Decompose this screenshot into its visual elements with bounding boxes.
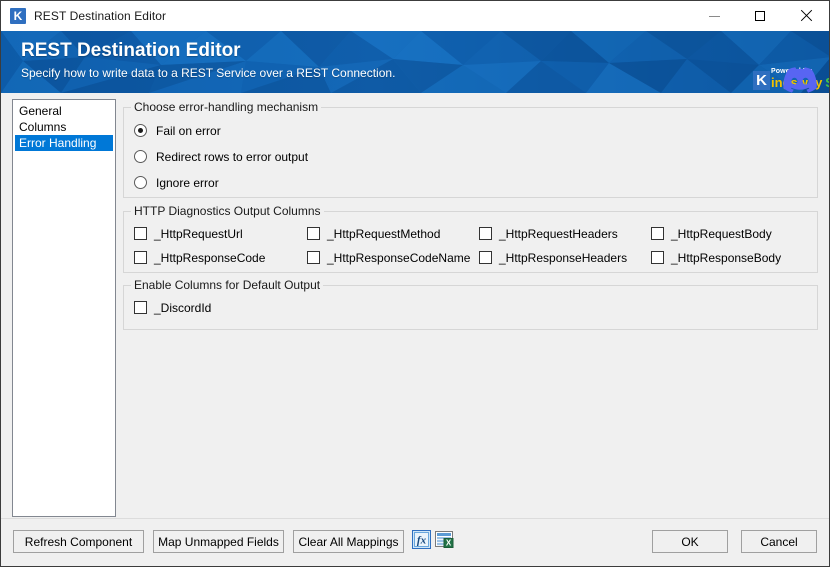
banner-text-block: REST Destination Editor Specify how to w… — [21, 39, 395, 82]
window-controls — [691, 1, 829, 31]
radio-redirect-rows-indicator[interactable] — [134, 150, 147, 163]
checkbox-http-response-code-name[interactable]: _HttpResponseCodeName — [307, 250, 470, 265]
expression-editor-button[interactable]: fx — [411, 529, 432, 550]
sidebar-item-columns[interactable]: Columns — [15, 119, 113, 135]
checkbox-http-response-headers[interactable]: _HttpResponseHeaders — [479, 250, 627, 265]
checkbox-http-request-url-box[interactable] — [134, 227, 147, 240]
checkbox-http-response-code-box[interactable] — [134, 251, 147, 264]
kingswaysoft-logo: K Powered By ingswaySoft — [753, 69, 771, 91]
checkbox-http-request-url[interactable]: _HttpRequestUrl — [134, 226, 243, 241]
checkbox-http-response-code-name-box[interactable] — [307, 251, 320, 264]
svg-text:X: X — [446, 539, 452, 548]
content-panel: Choose error-handling mechanism Fail on … — [123, 99, 817, 512]
page-navigation-list[interactable]: General Columns Error Handling — [12, 99, 116, 517]
checkbox-http-request-headers-label: _HttpRequestHeaders — [499, 227, 618, 241]
title-bar: K REST Destination Editor — [1, 1, 829, 31]
export-spreadsheet-icon: X — [435, 530, 454, 549]
checkbox-http-request-body-label: _HttpRequestBody — [671, 227, 772, 241]
clear-all-mappings-button[interactable]: Clear All Mappings — [293, 530, 404, 553]
discord-icon — [783, 67, 817, 93]
radio-ignore-error-indicator[interactable] — [134, 176, 147, 189]
radio-fail-on-error-indicator[interactable] — [134, 124, 147, 137]
maximize-icon — [755, 11, 765, 21]
radio-redirect-rows-label: Redirect rows to error output — [156, 150, 308, 164]
fx-expression-icon: fx — [412, 530, 431, 549]
sidebar-item-error-handling[interactable]: Error Handling — [15, 135, 113, 151]
cancel-button[interactable]: Cancel — [741, 530, 817, 553]
checkbox-discord-id-label: _DiscordId — [154, 301, 211, 315]
ok-button[interactable]: OK — [652, 530, 728, 553]
app-icon: K — [10, 8, 26, 24]
checkbox-http-request-method-box[interactable] — [307, 227, 320, 240]
checkbox-http-request-body[interactable]: _HttpRequestBody — [651, 226, 772, 241]
header-banner: REST Destination Editor Specify how to w… — [1, 31, 829, 93]
error-handling-group: Choose error-handling mechanism Fail on … — [123, 107, 818, 198]
kingswaysoft-soft: Soft — [825, 75, 829, 90]
checkbox-http-response-body[interactable]: _HttpResponseBody — [651, 250, 781, 265]
minimize-icon — [709, 16, 720, 17]
http-diagnostics-group: HTTP Diagnostics Output Columns _HttpReq… — [123, 211, 818, 273]
checkbox-http-response-code-label: _HttpResponseCode — [154, 251, 265, 265]
checkbox-http-request-method[interactable]: _HttpRequestMethod — [307, 226, 440, 241]
app-icon-letter: K — [10, 8, 26, 24]
checkbox-http-response-code[interactable]: _HttpResponseCode — [134, 250, 265, 265]
checkbox-http-response-headers-label: _HttpResponseHeaders — [499, 251, 627, 265]
svg-text:fx: fx — [417, 535, 427, 547]
refresh-component-button[interactable]: Refresh Component — [13, 530, 144, 553]
checkbox-discord-id[interactable]: _DiscordId — [134, 300, 211, 315]
checkbox-http-response-body-box[interactable] — [651, 251, 664, 264]
checkbox-http-response-headers-box[interactable] — [479, 251, 492, 264]
close-button[interactable] — [783, 1, 829, 31]
checkbox-http-response-code-name-label: _HttpResponseCodeName — [327, 251, 470, 265]
map-unmapped-fields-button[interactable]: Map Unmapped Fields — [153, 530, 284, 553]
http-diagnostics-group-legend: HTTP Diagnostics Output Columns — [131, 204, 324, 218]
maximize-button[interactable] — [737, 1, 783, 31]
body-area: General Columns Error Handling Choose er… — [1, 93, 829, 518]
kingswaysoft-k-mark: K — [753, 71, 770, 90]
error-handling-group-legend: Choose error-handling mechanism — [131, 100, 321, 114]
radio-redirect-rows-to-error-output[interactable]: Redirect rows to error output — [134, 148, 308, 165]
checkbox-http-request-url-label: _HttpRequestUrl — [154, 227, 243, 241]
checkbox-http-request-headers-box[interactable] — [479, 227, 492, 240]
radio-fail-on-error-label: Fail on error — [156, 124, 221, 138]
sidebar-item-general[interactable]: General — [15, 103, 113, 119]
checkbox-discord-id-box[interactable] — [134, 301, 147, 314]
banner-subtitle: Specify how to write data to a REST Serv… — [21, 64, 395, 82]
radio-ignore-error[interactable]: Ignore error — [134, 174, 219, 191]
checkbox-http-request-body-box[interactable] — [651, 227, 664, 240]
checkbox-http-response-body-label: _HttpResponseBody — [671, 251, 781, 265]
banner-title: REST Destination Editor — [21, 39, 395, 63]
rest-destination-editor-window: K REST Destination Editor — [0, 0, 830, 567]
checkbox-http-request-method-label: _HttpRequestMethod — [327, 227, 440, 241]
default-output-group: Enable Columns for Default Output _Disco… — [123, 285, 818, 330]
export-mappings-button[interactable]: X — [434, 529, 455, 550]
checkbox-http-request-headers[interactable]: _HttpRequestHeaders — [479, 226, 618, 241]
radio-fail-on-error[interactable]: Fail on error — [134, 122, 221, 139]
radio-ignore-error-label: Ignore error — [156, 176, 219, 190]
minimize-button[interactable] — [691, 1, 737, 31]
footer-bar: Refresh Component Map Unmapped Fields Cl… — [1, 518, 829, 566]
close-icon — [800, 10, 812, 22]
default-output-group-legend: Enable Columns for Default Output — [131, 278, 323, 292]
window-title: REST Destination Editor — [34, 9, 166, 23]
